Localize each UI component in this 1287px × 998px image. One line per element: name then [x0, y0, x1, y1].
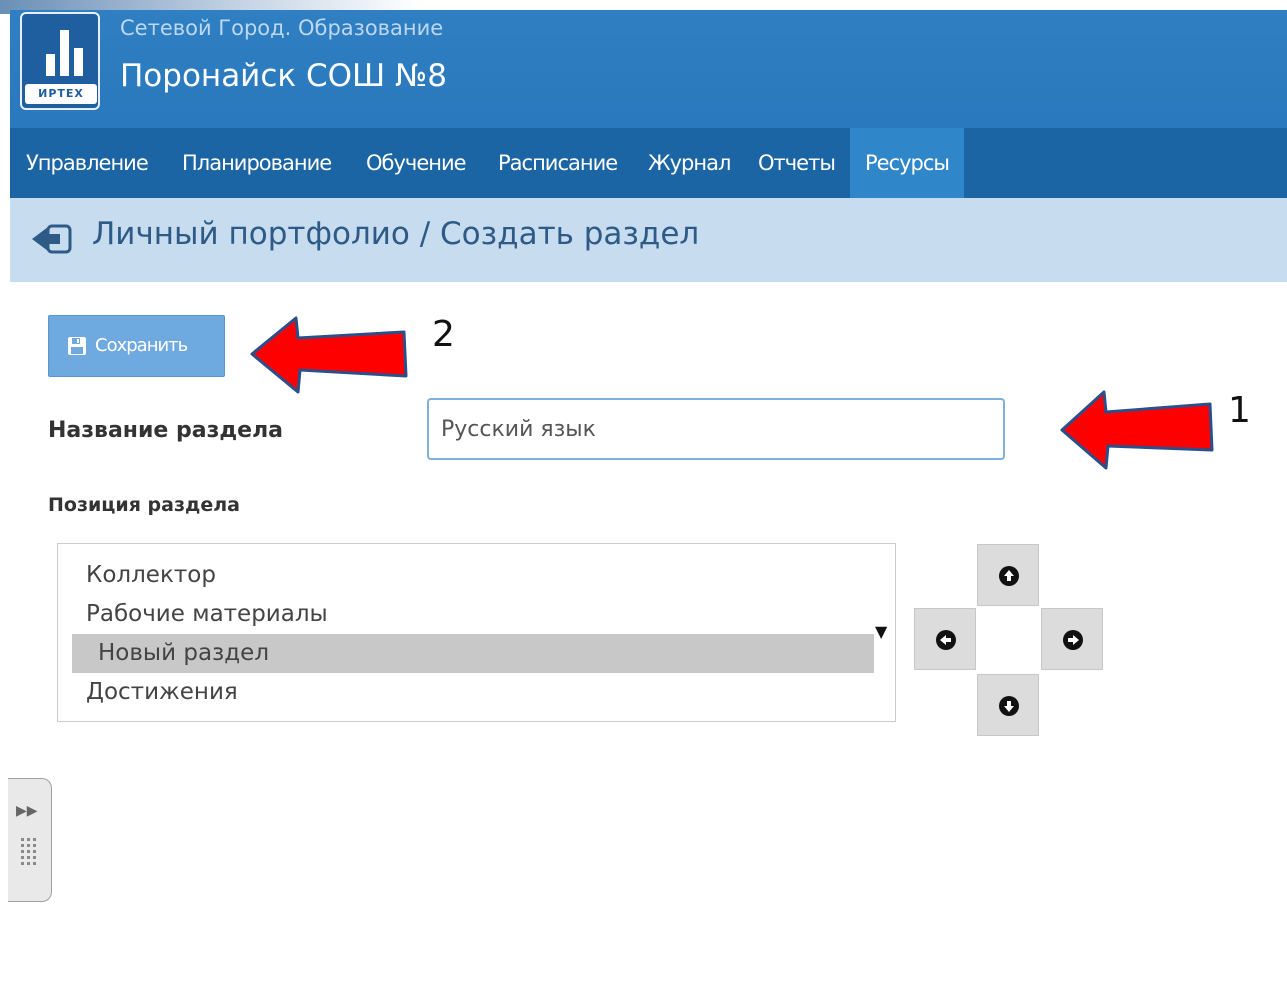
annotation-number-1: 1	[1228, 390, 1251, 431]
arrow-left-circle-icon	[936, 630, 956, 650]
arrow-right-circle-icon	[1063, 630, 1083, 650]
section-name-label: Название раздела	[48, 418, 284, 443]
grip-handle-icon	[21, 838, 36, 865]
school-name: Поронайск СОШ №8	[120, 58, 447, 94]
move-up-button[interactable]	[977, 544, 1039, 606]
annotation-number-2: 2	[432, 314, 455, 355]
move-down-button[interactable]	[977, 674, 1039, 736]
section-position-label: Позиция раздела	[48, 494, 240, 516]
section-name-input[interactable]	[427, 398, 1005, 460]
list-item[interactable]: Коллектор	[72, 556, 874, 595]
back-arrow-icon[interactable]	[30, 222, 74, 256]
save-button-label: Сохранить	[95, 335, 188, 356]
nav-item-management[interactable]: Управление	[26, 128, 149, 198]
list-item-selected[interactable]: Новый раздел	[72, 634, 874, 673]
annotation-arrow-2	[250, 316, 408, 394]
nav-item-reports[interactable]: Отчеты	[758, 128, 836, 198]
move-right-button[interactable]	[1041, 608, 1103, 670]
side-panel-toggle[interactable]: ▶▶	[8, 778, 52, 902]
section-position-list[interactable]: Коллектор Рабочие материалы Новый раздел…	[57, 543, 896, 722]
logo-bar	[74, 48, 83, 76]
floppy-disk-icon	[68, 337, 86, 355]
app-subtitle: Сетевой Город. Образование	[120, 16, 444, 40]
page-header: Личный портфолио / Создать раздел	[10, 198, 1287, 282]
nav-item-resources[interactable]: Ресурсы	[850, 128, 964, 198]
arrow-up-circle-icon	[999, 566, 1019, 586]
nav-item-planning[interactable]: Планирование	[182, 128, 332, 198]
arrow-down-circle-icon	[999, 696, 1019, 716]
main-nav: Управление Планирование Обучение Расписа…	[10, 128, 1287, 198]
logo-bar	[46, 54, 55, 76]
app-header: ИРТЕХ Сетевой Город. Образование Поронай…	[10, 10, 1287, 128]
list-item[interactable]: Рабочие материалы	[72, 595, 874, 634]
annotation-arrow-1	[1060, 390, 1214, 470]
nav-item-education[interactable]: Обучение	[366, 128, 467, 198]
page-title: Личный портфолио / Создать раздел	[92, 216, 700, 252]
nav-item-journal[interactable]: Журнал	[648, 128, 731, 198]
logo-caption: ИРТЕХ	[25, 84, 97, 104]
nav-item-schedule[interactable]: Расписание	[498, 128, 618, 198]
save-button[interactable]: Сохранить	[48, 315, 225, 377]
logo-bar	[60, 30, 69, 76]
irtech-logo: ИРТЕХ	[20, 12, 100, 110]
move-left-button[interactable]	[914, 608, 976, 670]
dropdown-caret-icon: ▼	[875, 622, 888, 641]
expand-chevron-icon: ▶▶	[16, 803, 38, 819]
list-item[interactable]: Достижения	[72, 673, 874, 712]
